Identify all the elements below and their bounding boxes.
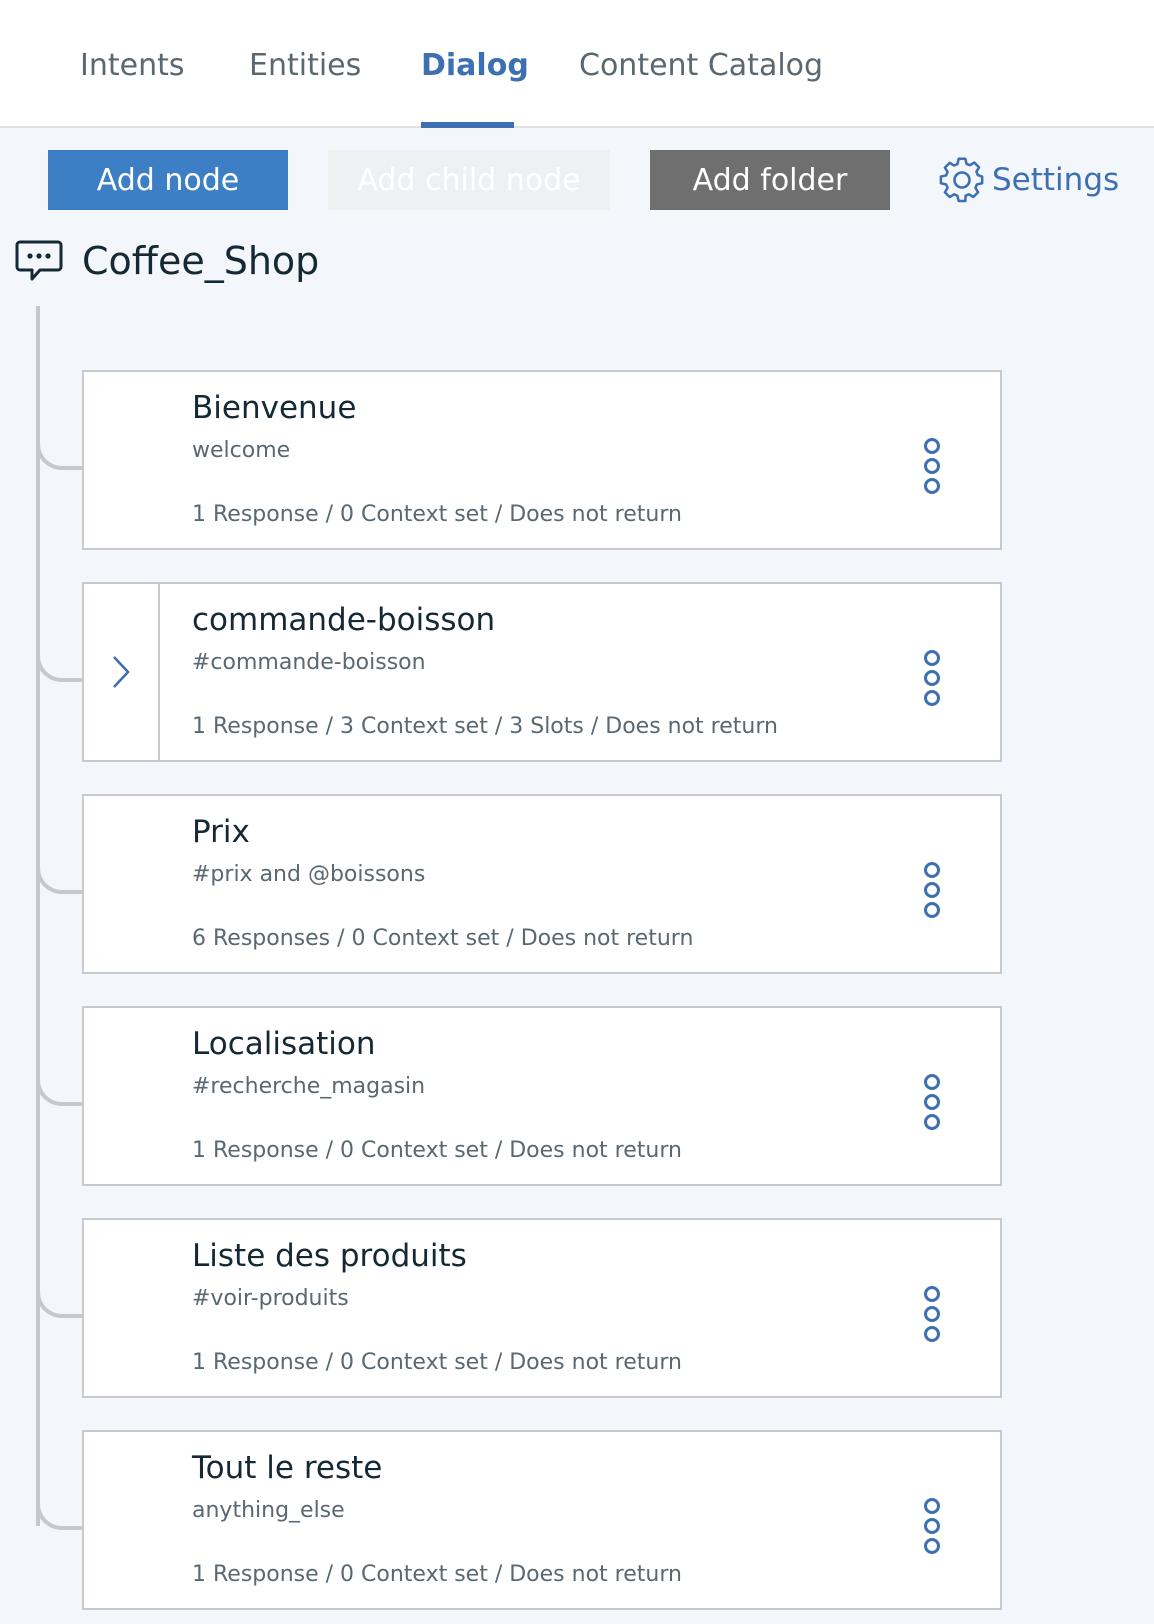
tree-branch (36, 1288, 82, 1318)
overflow-menu-icon[interactable] (920, 438, 944, 494)
overflow-menu-icon[interactable] (920, 650, 944, 706)
node-summary: 1 Response / 0 Context set / Does not re… (192, 1138, 682, 1163)
node-title: Bienvenue (192, 390, 357, 426)
node-condition: #commande-boisson (192, 650, 426, 675)
dialog-node-liste-des-produits[interactable]: Liste des produits #voir-produits 1 Resp… (82, 1218, 1002, 1398)
root-title: Coffee_Shop (82, 239, 320, 283)
node-summary: 1 Response / 0 Context set / Does not re… (192, 1562, 682, 1587)
tab-entities[interactable]: Entities (249, 46, 361, 86)
tree-branch (36, 440, 82, 470)
tree-branch (36, 1076, 82, 1106)
overflow-menu-icon[interactable] (920, 1498, 944, 1554)
overflow-menu-icon[interactable] (920, 1286, 944, 1342)
tab-dialog[interactable]: Dialog (421, 46, 529, 86)
add-folder-button[interactable]: Add folder (650, 150, 890, 210)
node-title: Tout le reste (192, 1450, 383, 1486)
dialog-node-bienvenue[interactable]: Bienvenue welcome 1 Response / 0 Context… (82, 370, 1002, 550)
node-condition: #recherche_magasin (192, 1074, 426, 1099)
node-title: commande-boisson (192, 602, 496, 638)
node-summary: 1 Response / 3 Context set / 3 Slots / D… (192, 714, 778, 739)
dialog-node-localisation[interactable]: Localisation #recherche_magasin 1 Respon… (82, 1006, 1002, 1186)
chevron-right-icon (113, 656, 130, 688)
node-summary: 6 Responses / 0 Context set / Does not r… (192, 926, 694, 951)
node-condition: welcome (192, 438, 291, 463)
expand-children-button[interactable] (84, 584, 160, 760)
node-condition: anything_else (192, 1498, 345, 1523)
node-condition: #voir-produits (192, 1286, 349, 1311)
node-summary: 1 Response / 0 Context set / Does not re… (192, 1350, 682, 1375)
node-title: Liste des produits (192, 1238, 467, 1274)
dialog-node-prix[interactable]: Prix #prix and @boissons 6 Responses / 0… (82, 794, 1002, 974)
chat-bubble-icon (15, 240, 63, 281)
dialog-node-tout-le-reste[interactable]: Tout le reste anything_else 1 Response /… (82, 1430, 1002, 1610)
gear-icon (939, 157, 984, 203)
settings-button[interactable]: Settings (938, 154, 1119, 206)
node-title: Prix (192, 814, 250, 850)
dialog-node-commande-boisson[interactable]: commande-boisson #commande-boisson 1 Res… (82, 582, 1002, 762)
tree-branch (36, 1500, 82, 1530)
active-tab-indicator (421, 122, 514, 128)
settings-label: Settings (992, 162, 1120, 198)
node-condition: #prix and @boissons (192, 862, 426, 887)
add-node-button[interactable]: Add node (48, 150, 288, 210)
tab-content-catalog[interactable]: Content Catalog (579, 46, 823, 86)
node-summary: 1 Response / 0 Context set / Does not re… (192, 502, 682, 527)
overflow-menu-icon[interactable] (920, 862, 944, 918)
node-title: Localisation (192, 1026, 376, 1062)
tab-intents[interactable]: Intents (80, 46, 185, 86)
overflow-menu-icon[interactable] (920, 1074, 944, 1130)
tree-branch (36, 864, 82, 894)
dialog-root: Coffee_Shop (14, 236, 319, 286)
add-child-node-button: Add child node (328, 150, 610, 210)
top-navigation: Intents Entities Dialog Content Catalog (0, 0, 1154, 128)
tree-branch (36, 652, 82, 682)
tree-connector (36, 306, 40, 1526)
